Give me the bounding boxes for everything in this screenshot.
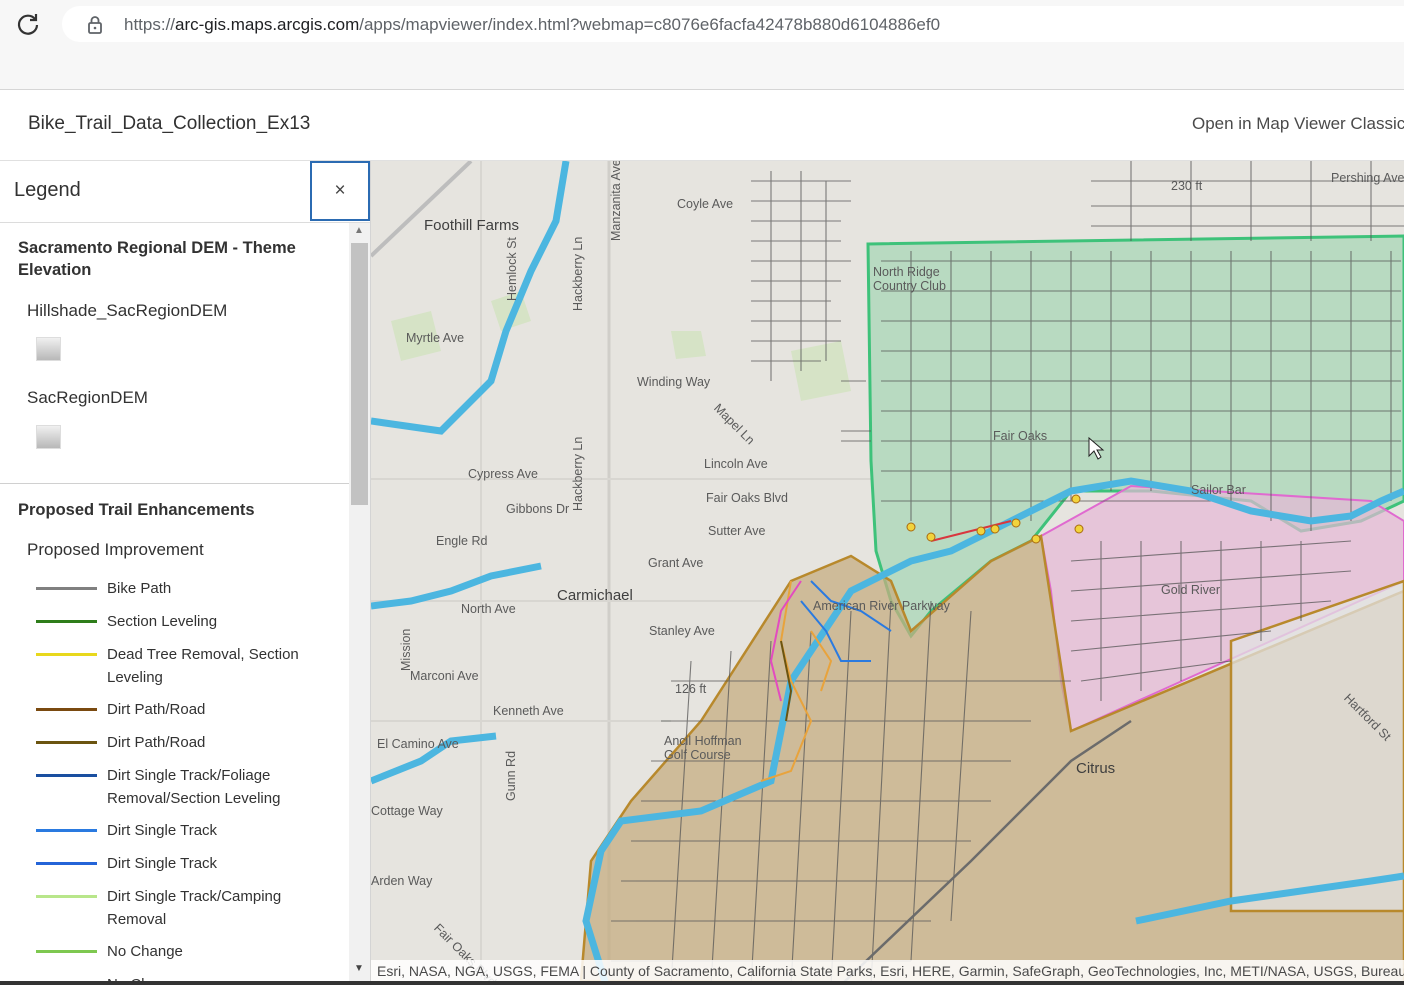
scroll-thumb[interactable]: [351, 243, 368, 505]
map-label: Hackberry Ln: [571, 236, 585, 311]
url-text[interactable]: https://arc-gis.maps.arcgis.com/apps/map…: [124, 15, 940, 35]
close-legend-button[interactable]: ×: [310, 161, 370, 221]
map-label: Sutter Ave: [708, 524, 766, 538]
legend-item-label: Dirt Single Track: [107, 855, 218, 872]
address-bar[interactable]: https://arc-gis.maps.arcgis.com/apps/map…: [62, 6, 1404, 42]
sublayer-hillshade: Hillshade_SacRegionDEM: [27, 301, 228, 320]
legend-panel: Legend × Sacramento Regional DEM - Theme…: [0, 161, 371, 985]
map-label: Gold River: [1161, 583, 1221, 597]
lock-icon[interactable]: [86, 15, 104, 40]
legend-content[interactable]: Sacramento Regional DEM - Theme Elevatio…: [0, 223, 349, 985]
map-label: Engle Rd: [436, 534, 488, 548]
map-label: El Camino Ave: [377, 737, 459, 751]
map-label: Manzanita Ave: [609, 161, 623, 241]
dem-swatch: [36, 425, 61, 449]
map-label: Cypress Ave: [468, 467, 538, 481]
legend-item-label: Dirt Single Track: [107, 822, 218, 839]
map-label: Fair Oaks: [993, 429, 1048, 443]
map-label: North Ave: [461, 602, 516, 616]
map-label: Ancil Hoffman Golf Course: [664, 734, 742, 762]
map-label: Cottage Way: [371, 804, 443, 818]
open-classic-link[interactable]: Open in Map Viewer Classic: [1192, 114, 1404, 134]
legend-line-swatch: [36, 708, 97, 711]
map-label: Arden Way: [371, 874, 433, 888]
layer-title-dem: Sacramento Regional DEM - Theme Elevatio…: [18, 239, 296, 279]
legend-title: Legend: [14, 179, 81, 201]
taskbar-edge: [0, 981, 1404, 985]
legend-line-swatch: [36, 829, 97, 832]
map-label: Foothill Farms: [424, 217, 520, 234]
map-title: Bike_Trail_Data_Collection_Ex13: [28, 113, 311, 134]
legend-line-swatch: [36, 774, 97, 777]
map-label: Gibbons Dr: [506, 502, 570, 516]
url-host: arc-gis.maps.arcgis.com: [175, 15, 360, 34]
map-label: American River Parkway: [813, 599, 950, 613]
map-label: North Ridge Country Club: [873, 265, 946, 293]
map-label: Marconi Ave: [410, 669, 479, 683]
map-label: Myrtle Ave: [406, 331, 465, 345]
app-header: Bike_Trail_Data_Collection_Ex13 Open in …: [0, 90, 1404, 161]
layer-title-trails: Proposed Trail Enhancements: [18, 501, 255, 519]
legend-header: Legend ×: [0, 161, 370, 223]
legend-item-label: No Change: [107, 943, 183, 960]
map-label: Gunn Rd: [504, 750, 518, 801]
legend-line-swatch: [36, 862, 97, 865]
map-label: Mission: [399, 628, 413, 671]
legend-item-label: Section Leveling: [107, 613, 218, 630]
map-label: Lincoln Ave: [704, 457, 768, 471]
legend-line-swatch: [36, 653, 97, 656]
map-label: Sailor Bar: [1191, 483, 1246, 497]
hillshade-swatch: [36, 337, 61, 361]
map-label: Kenneth Ave: [493, 704, 564, 718]
legend-line-swatch: [36, 587, 97, 590]
map-label: Hemlock St: [505, 237, 519, 301]
legend-scrollbar[interactable]: ▲ ▼: [349, 223, 370, 985]
legend-item-label: Dirt Single Track/Camping Removal: [107, 888, 282, 928]
legend-divider: [0, 483, 349, 484]
scroll-down-arrow-icon[interactable]: ▼: [354, 963, 364, 974]
scroll-up-arrow-icon[interactable]: ▲: [354, 225, 364, 236]
map-label: Carmichael: [557, 587, 633, 604]
sublayer-dem: SacRegionDEM: [27, 388, 148, 407]
map-label: Pershing Ave: [1331, 171, 1404, 185]
field-title: Proposed Improvement: [27, 540, 204, 559]
map-label: Hackberry Ln: [571, 436, 585, 511]
map-label: Coyle Ave: [677, 197, 734, 211]
legend-item-label: Bike Path: [107, 580, 172, 597]
map-label: Citrus: [1076, 760, 1116, 777]
map-label: 126 ft: [675, 682, 707, 696]
browser-toolbar: https://arc-gis.maps.arcgis.com/apps/map…: [0, 0, 1404, 90]
map-label: Grant Ave: [648, 556, 704, 570]
legend-item-label: Dirt Single Track/Foliage Removal/Sectio…: [107, 767, 281, 807]
legend-line-swatch: [36, 620, 97, 623]
url-prefix: https://: [124, 15, 176, 34]
legend-item-label: Dirt Path/Road: [107, 734, 206, 751]
map-label: 230 ft: [1171, 179, 1203, 193]
legend-line-swatch: [36, 895, 97, 898]
legend-item-label: Dead Tree Removal, Section Leveling: [107, 646, 299, 686]
legend-item-label: Dirt Path/Road: [107, 701, 206, 718]
map-label: Stanley Ave: [649, 624, 715, 638]
map-label: Winding Way: [637, 375, 711, 389]
reload-icon[interactable]: [14, 10, 42, 38]
url-path: /apps/mapviewer/index.html?webmap=c8076e…: [359, 15, 941, 34]
legend-line-swatch: [36, 741, 97, 744]
legend-line-swatch: [36, 950, 97, 953]
map-view[interactable]: Foothill Farms Coyle Ave Manzanita Ave Heml…: [371, 161, 1404, 985]
map-label: Fair Oaks Blvd: [706, 491, 788, 505]
